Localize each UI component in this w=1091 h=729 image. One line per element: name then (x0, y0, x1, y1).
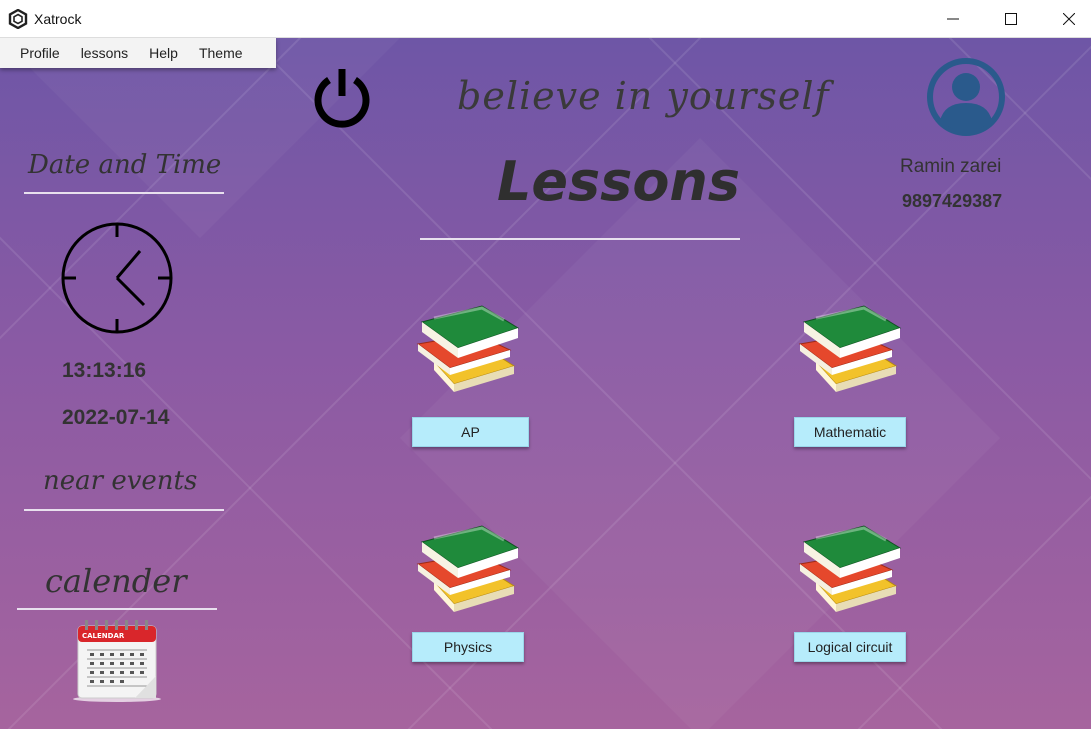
current-time: 13:13:16 (62, 359, 147, 382)
lesson-ap-button[interactable]: AP (412, 417, 529, 447)
calendar-icon-text: CALENDAR (82, 632, 125, 640)
minimize-icon (947, 18, 959, 20)
user-name: Ramin zarei (900, 156, 1002, 177)
lessons-underline (420, 238, 740, 240)
books-icon[interactable] (796, 524, 904, 616)
power-icon[interactable] (311, 66, 373, 128)
calendar-underline (17, 608, 217, 610)
calendar-heading: calender (45, 562, 187, 600)
date-time-underline (24, 192, 224, 194)
maximize-button[interactable] (982, 0, 1040, 38)
clock-icon (61, 222, 173, 334)
books-icon[interactable] (796, 304, 904, 396)
date-time-heading: Date and Time (28, 150, 222, 180)
background-pattern (0, 38, 1091, 729)
menu-profile[interactable]: Profile (0, 45, 71, 61)
current-date: 2022-07-14 (62, 406, 170, 429)
menu-lessons[interactable]: lessons (71, 45, 139, 61)
title-bar: Xatrock (0, 0, 1091, 38)
main-panel: Profile lessons Help Theme believe in yo… (0, 38, 1091, 729)
minimize-button[interactable] (924, 0, 982, 38)
lesson-logical-circuit-button[interactable]: Logical circuit (794, 632, 906, 662)
calendar-icon[interactable]: CALENDAR (73, 618, 161, 703)
menu-help[interactable]: Help (139, 45, 189, 61)
motto-text: believe in yourself (457, 74, 830, 118)
books-icon[interactable] (414, 524, 522, 616)
lessons-title: Lessons (497, 150, 740, 213)
menu-bar: Profile lessons Help Theme (0, 38, 276, 68)
maximize-icon (1005, 13, 1017, 25)
lesson-mathematic-button[interactable]: Mathematic (794, 417, 906, 447)
user-phone: 9897429387 (902, 191, 1003, 211)
close-button[interactable] (1040, 0, 1091, 38)
menu-theme[interactable]: Theme (189, 45, 254, 61)
books-icon[interactable] (414, 304, 522, 396)
near-events-heading: near events (43, 466, 198, 496)
near-events-underline (24, 509, 224, 511)
window-title: Xatrock (34, 11, 82, 27)
app-hexagon-icon (8, 9, 28, 29)
user-avatar-icon[interactable] (926, 57, 1006, 137)
close-icon (1063, 13, 1075, 25)
lesson-physics-button[interactable]: Physics (412, 632, 524, 662)
